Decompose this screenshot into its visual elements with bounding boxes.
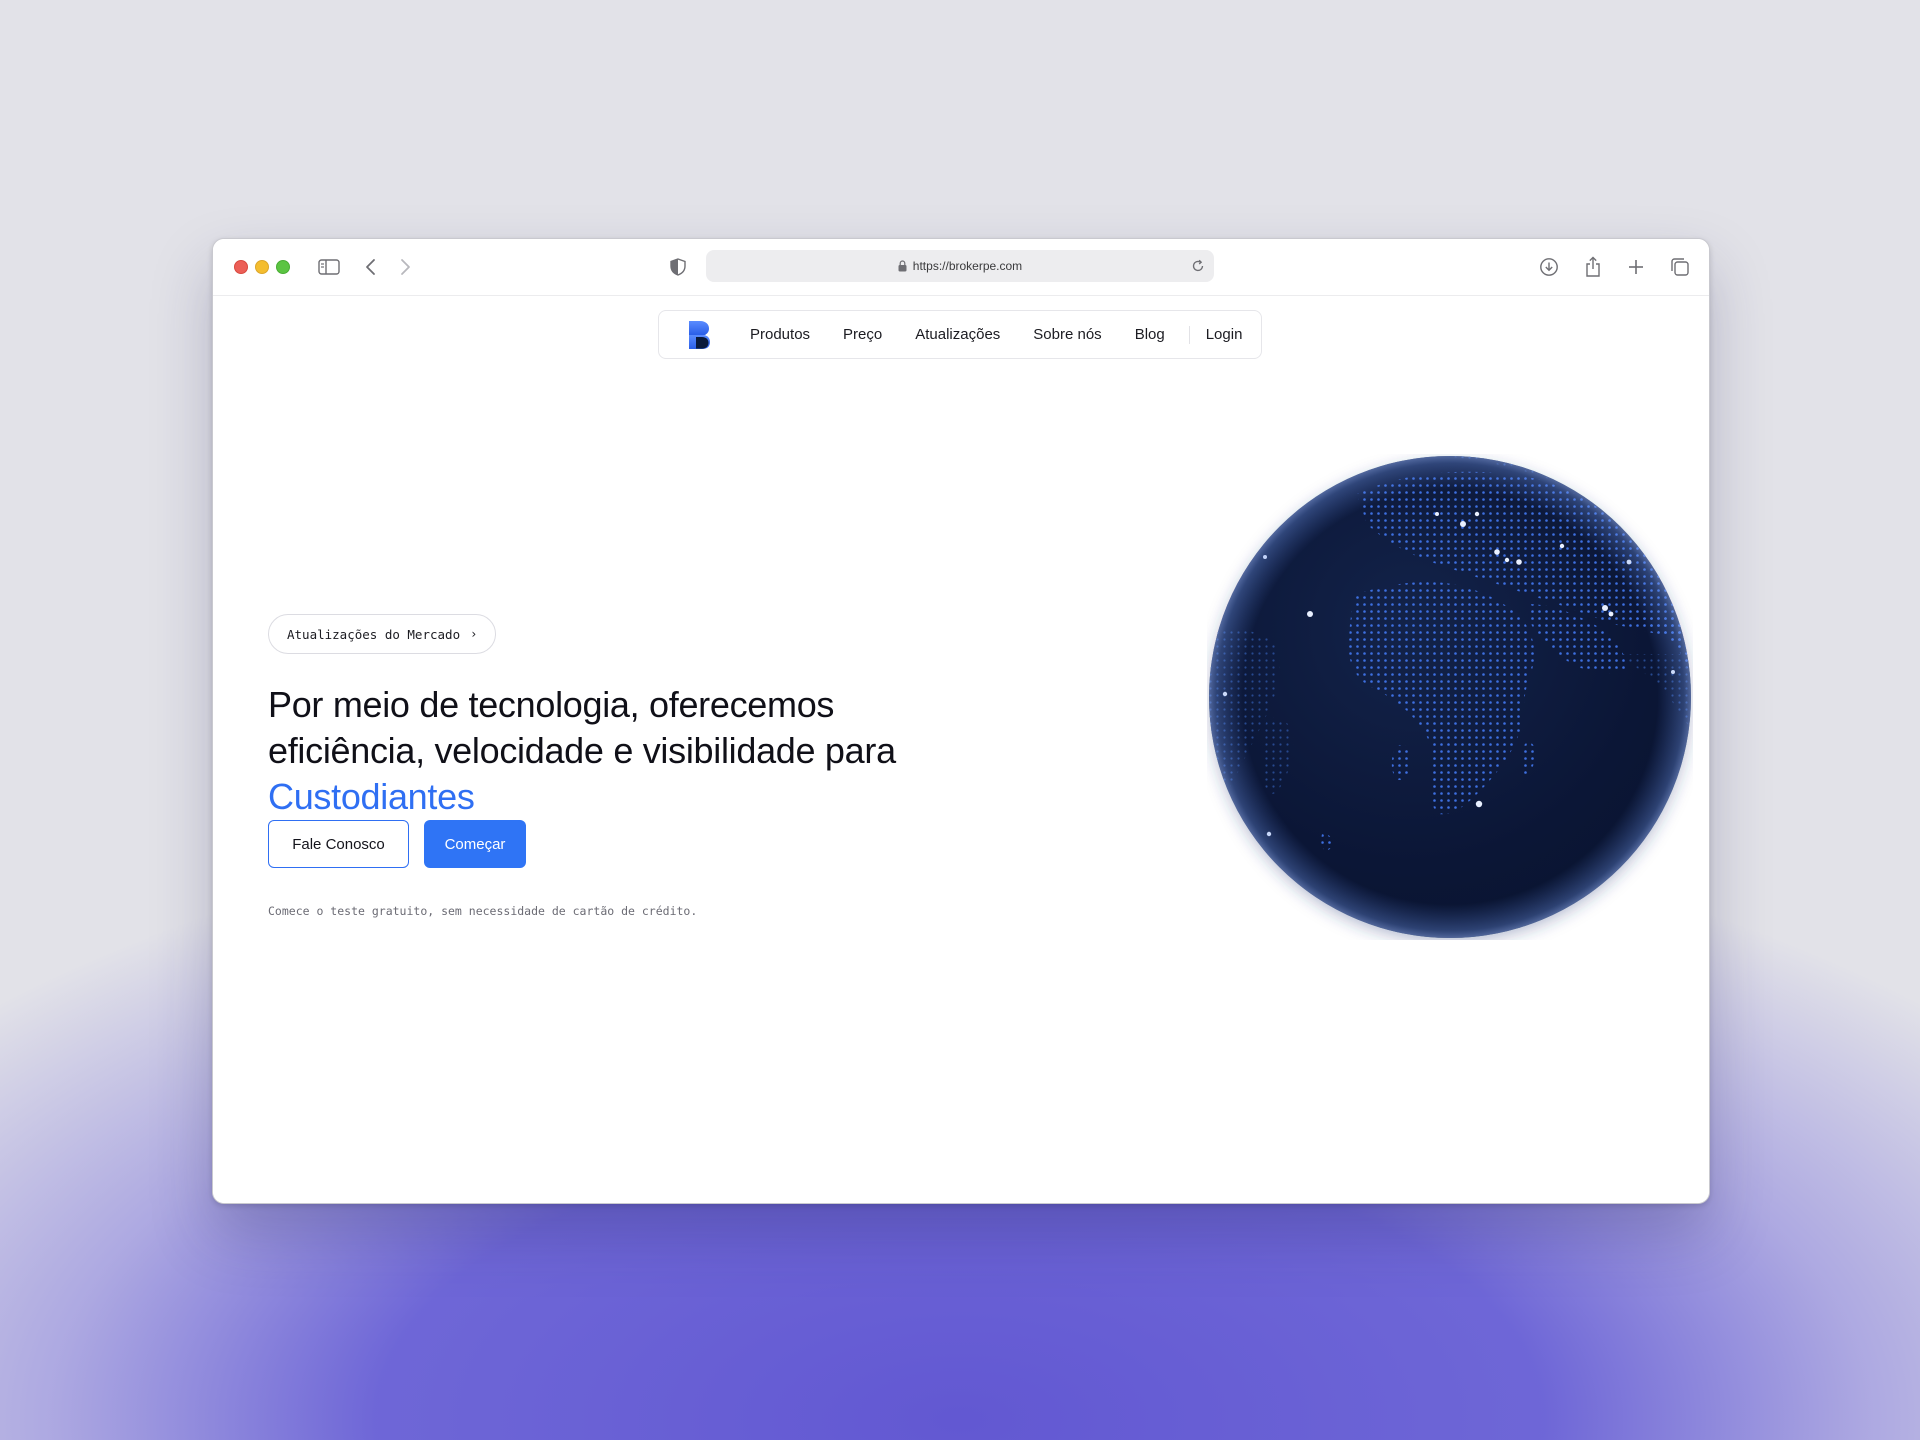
hero-headline: Por meio de tecnologia, oferecemos efici… <box>268 682 908 820</box>
address-bar[interactable]: https://brokerpe.com <box>706 250 1214 282</box>
browser-window: https://brokerpe.com Produtos Preço Atua… <box>212 238 1710 1204</box>
lock-icon <box>898 260 907 272</box>
share-icon[interactable] <box>1579 253 1607 281</box>
login-link[interactable]: Login <box>1206 326 1243 343</box>
nav-link-preco[interactable]: Preço <box>843 326 882 343</box>
download-icon[interactable] <box>1535 253 1563 281</box>
headline-text: Por meio de tecnologia, oferecemos efici… <box>268 684 896 771</box>
chevron-right-icon: › <box>470 627 478 641</box>
url-text: https://brokerpe.com <box>912 259 1023 273</box>
headline-accent: Custodiantes <box>268 776 475 817</box>
nav-link-produtos[interactable]: Produtos <box>750 326 810 343</box>
market-updates-badge[interactable]: Atualizações do Mercado › <box>268 614 497 654</box>
reload-icon[interactable] <box>1188 256 1208 276</box>
free-trial-note: Comece o teste gratuito, sem necessidade… <box>268 904 698 918</box>
contact-us-button[interactable]: Fale Conosco <box>268 820 409 868</box>
shield-icon[interactable] <box>664 253 692 281</box>
web-page: Produtos Preço Atualizações Sobre nós Bl… <box>213 296 1709 1203</box>
back-icon[interactable] <box>357 253 385 281</box>
sidebar-icon[interactable] <box>315 253 343 281</box>
tabs-overview-icon[interactable] <box>1666 253 1694 281</box>
zoom-window-button[interactable] <box>276 260 290 274</box>
get-started-button[interactable]: Começar <box>424 820 526 868</box>
forward-icon[interactable] <box>391 253 419 281</box>
nav-link-sobre-nos[interactable]: Sobre nós <box>1033 326 1101 343</box>
close-window-button[interactable] <box>234 260 248 274</box>
browser-toolbar: https://brokerpe.com <box>213 239 1709 296</box>
nav-divider <box>1188 325 1190 344</box>
market-updates-label: Atualizações do Mercado <box>287 626 461 642</box>
nav-link-blog[interactable]: Blog <box>1135 326 1165 343</box>
brokerpe-logo[interactable] <box>687 320 711 350</box>
globe-illustration <box>1207 454 1693 942</box>
nav-link-atualizacoes[interactable]: Atualizações <box>915 326 1000 343</box>
new-tab-icon[interactable] <box>1622 253 1650 281</box>
minimize-window-button[interactable] <box>255 260 269 274</box>
site-navbar: Produtos Preço Atualizações Sobre nós Bl… <box>658 310 1262 359</box>
